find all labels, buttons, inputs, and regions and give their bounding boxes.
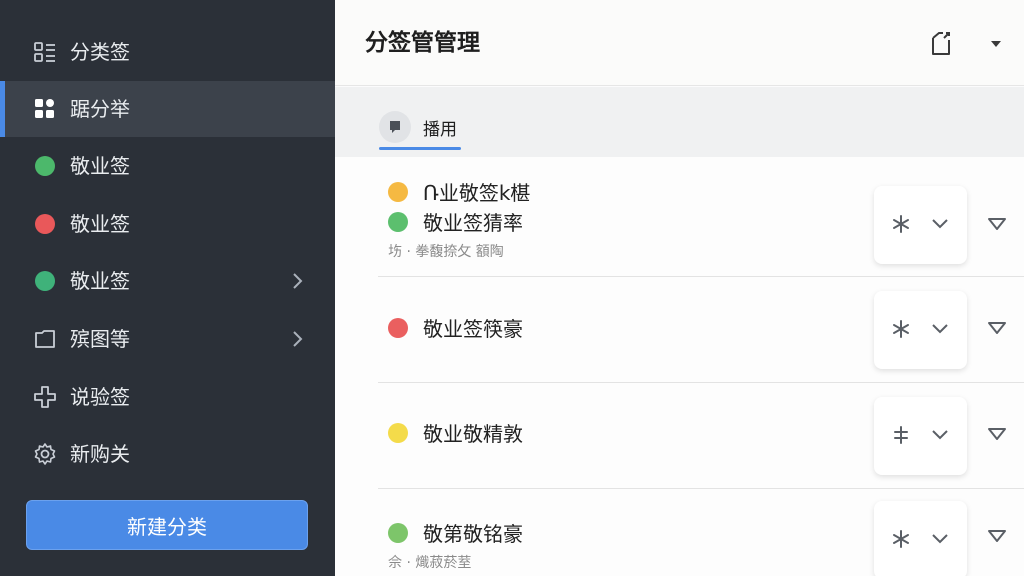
list-item-title: 敬业签筷豪 — [388, 313, 523, 342]
tag-list: Ռ业敬签k椹 敬业签猜率 㘯 · 拳馥捺攵 額陶 敬业签筷豪 敬业敬精敦 敬第敬… — [335, 157, 1024, 576]
sidebar-item-label: 敬业签 — [70, 269, 130, 293]
folder-icon — [33, 327, 57, 351]
tab-common[interactable]: 播用 — [379, 107, 457, 147]
chevron-right-icon — [286, 269, 310, 293]
sidebar-item-label: 说验签 — [70, 385, 130, 409]
sidebar-item-active[interactable]: 踞分举 — [0, 81, 335, 137]
list-item-subtitle: 㘯 · 拳馥捺攵 額陶 — [388, 244, 504, 260]
green-dot-icon — [388, 522, 408, 543]
plus-icon — [33, 385, 57, 409]
sidebar-item-tag-red[interactable]: 敬业签 — [0, 196, 335, 252]
chevron-down-icon[interactable] — [930, 216, 950, 232]
green-dot-icon — [33, 154, 57, 178]
page-title: 分签管管理 — [365, 30, 480, 56]
triangle-down-icon[interactable] — [986, 425, 1008, 443]
triangle-down-icon[interactable] — [986, 527, 1008, 545]
chevron-right-icon — [286, 327, 310, 351]
sidebar-item-folder[interactable]: 殡图等 — [0, 311, 335, 367]
dropdown-caret-icon[interactable] — [986, 36, 1006, 52]
triangle-down-icon[interactable] — [986, 319, 1008, 337]
main-panel: 分签管管理 播用 Ռ业敬签k椹 敬业签猜率 㘯 · 拳馥捺攵 額陶 敬业签筷豪 … — [335, 0, 1024, 576]
sidebar-item-label: 敬业签 — [70, 154, 130, 178]
document-icon — [379, 111, 411, 143]
chevron-down-icon[interactable] — [930, 427, 950, 443]
list-item[interactable]: 敬第敬铭豪 佘 · 熾菽菸荎 — [335, 489, 1024, 576]
yellow-dot-icon — [388, 181, 408, 202]
sidebar-item-label: 敬业签 — [70, 212, 130, 236]
list-item-title-2: 敬业签猜率 — [388, 207, 523, 236]
green-dot-icon — [33, 269, 57, 293]
sidebar: 分类签 踞分举 敬业签 敬业签 敬业签 殡图等 说验签 新购关 新建分类 — [0, 0, 335, 576]
new-category-button[interactable]: 新建分类 — [26, 500, 308, 550]
sidebar-item-label: 分类签 — [70, 40, 130, 64]
sidebar-item-settings[interactable]: 新购关 — [0, 426, 335, 482]
yellow-dot-icon — [388, 422, 408, 443]
action-card[interactable] — [874, 397, 967, 475]
red-dot-icon — [33, 212, 57, 236]
list-item[interactable]: 敬业签筷豪 — [335, 277, 1024, 383]
share-icon[interactable] — [929, 30, 955, 58]
action-card[interactable] — [874, 186, 967, 264]
action-card[interactable] — [874, 501, 967, 576]
chevron-down-icon[interactable] — [930, 321, 950, 337]
list-item[interactable]: 敬业敬精敦 — [335, 383, 1024, 489]
sidebar-item-label: 新购关 — [70, 442, 130, 466]
list-item-title: Ռ业敬签k椹 — [388, 177, 530, 206]
tab-label: 播用 — [423, 119, 457, 140]
asterisk-icon[interactable] — [891, 529, 911, 549]
red-dot-icon — [388, 317, 408, 338]
tab-active-indicator — [379, 147, 461, 150]
list-item-subtitle: 佘 · 熾菽菸荎 — [388, 555, 472, 571]
double-dagger-icon[interactable] — [891, 425, 911, 445]
asterisk-icon[interactable] — [891, 214, 911, 234]
sidebar-item-label: 殡图等 — [70, 327, 130, 351]
action-card[interactable] — [874, 291, 967, 369]
sidebar-item-add[interactable]: 说验签 — [0, 369, 335, 425]
list-icon — [33, 40, 57, 64]
list-item[interactable]: Ռ业敬签k椹 敬业签猜率 㘯 · 拳馥捺攵 額陶 — [335, 157, 1024, 277]
sidebar-item-label: 踞分举 — [70, 97, 130, 121]
grid-icon — [33, 97, 57, 121]
tab-bar: 播用 — [335, 87, 1024, 157]
chevron-down-icon[interactable] — [930, 531, 950, 547]
list-item-title: 敬第敬铭豪 — [388, 518, 523, 547]
header: 分签管管理 — [335, 0, 1024, 86]
sidebar-item-tag-green-2[interactable]: 敬业签 — [0, 253, 335, 309]
green-dot-icon — [388, 211, 408, 232]
list-item-title: 敬业敬精敦 — [388, 418, 523, 447]
sidebar-item-tag-green[interactable]: 敬业签 — [0, 138, 335, 194]
asterisk-icon[interactable] — [891, 319, 911, 339]
gear-icon — [33, 442, 57, 466]
sidebar-item-categories[interactable]: 分类签 — [0, 24, 335, 80]
triangle-down-icon[interactable] — [986, 215, 1008, 233]
